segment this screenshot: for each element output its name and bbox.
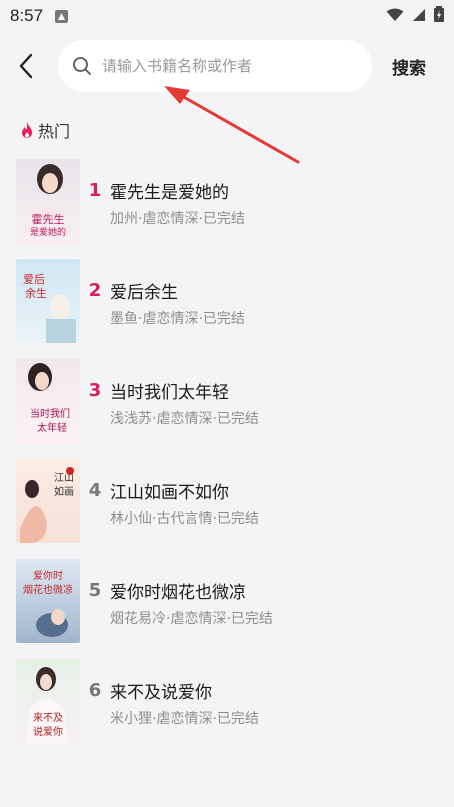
chevron-left-icon	[19, 53, 33, 79]
search-header: 搜索	[0, 40, 454, 92]
svg-text:是爱她的: 是爱她的	[30, 226, 66, 238]
signal-icon	[412, 7, 426, 26]
book-item[interactable]: 霍先生 是爱她的 1 霍先生是爱她的 加州·虐恋情深·已完结	[0, 158, 454, 258]
back-button[interactable]	[6, 40, 46, 92]
book-rank: 5	[88, 580, 102, 601]
book-item[interactable]: 爱你时 烟花也微凉 5 爱你时烟花也微凉 烟花易冷·虐恋情深·已完结	[0, 558, 454, 658]
book-cover: 爱你时 烟花也微凉	[16, 559, 80, 643]
hot-book-list: 霍先生 是爱她的 1 霍先生是爱她的 加州·虐恋情深·已完结 爱后 余生 2 爱…	[0, 158, 454, 758]
book-cover: 当时我们 太年轻	[16, 359, 80, 443]
hot-section-title: 热门	[20, 118, 70, 142]
book-cover: 来不及 说爱你	[16, 659, 80, 743]
book-title: 来不及说爱你	[110, 683, 212, 703]
book-rank: 2	[88, 280, 102, 301]
book-rank: 1	[88, 180, 102, 201]
battery-icon	[434, 6, 444, 26]
svg-text:霍先生: 霍先生	[32, 212, 65, 226]
status-bar: 8:57	[0, 0, 454, 32]
book-item[interactable]: 来不及 说爱你 6 来不及说爱你 米小狸·虐恋情深·已完结	[0, 658, 454, 758]
svg-text:太年轻: 太年轻	[37, 421, 67, 434]
svg-text:烟花也微凉: 烟花也微凉	[23, 583, 73, 596]
book-title: 爱你时烟花也微凉	[110, 583, 246, 603]
book-rank: 6	[88, 680, 102, 701]
book-cover: 江山 如画	[16, 459, 80, 543]
svg-text:当时我们: 当时我们	[30, 407, 70, 420]
book-title: 爱后余生	[110, 283, 178, 303]
book-item[interactable]: 当时我们 太年轻 3 当时我们太年轻 浅浅苏·虐恋情深·已完结	[0, 358, 454, 458]
book-item[interactable]: 江山 如画 4 江山如画不如你 林小仙·古代言情·已完结	[0, 458, 454, 558]
book-title: 江山如画不如你	[110, 483, 229, 503]
flame-icon	[22, 122, 32, 138]
svg-text:来不及: 来不及	[33, 712, 63, 724]
book-meta: 加州·虐恋情深·已完结	[110, 211, 245, 227]
svg-text:说爱你: 说爱你	[33, 725, 63, 738]
book-title: 霍先生是爱她的	[110, 183, 229, 203]
book-meta: 米小狸·虐恋情深·已完结	[110, 711, 259, 727]
book-title: 当时我们太年轻	[110, 383, 229, 403]
book-cover: 霍先生 是爱她的	[16, 159, 80, 243]
svg-text:余生: 余生	[25, 286, 47, 300]
book-item[interactable]: 爱后 余生 2 爱后余生 墨鱼·虐恋情深·已完结	[0, 258, 454, 358]
section-title-label: 热门	[38, 122, 71, 141]
search-box[interactable]	[58, 40, 372, 92]
book-meta: 墨鱼·虐恋情深·已完结	[110, 311, 245, 327]
wifi-icon	[386, 7, 404, 26]
svg-text:爱你时: 爱你时	[33, 569, 63, 582]
book-meta: 林小仙·古代言情·已完结	[110, 511, 259, 527]
search-icon	[73, 57, 91, 75]
svg-text:如画: 如画	[54, 485, 74, 498]
status-time: 8:57	[10, 6, 44, 25]
book-rank: 4	[88, 480, 102, 501]
svg-text:爱后: 爱后	[23, 273, 45, 286]
book-meta: 浅浅苏·虐恋情深·已完结	[110, 411, 259, 427]
book-cover: 爱后 余生	[16, 259, 80, 343]
search-button[interactable]: 搜索	[392, 54, 426, 79]
book-rank: 3	[88, 380, 102, 401]
book-meta: 烟花易冷·虐恋情深·已完结	[110, 611, 273, 627]
search-input[interactable]	[102, 57, 352, 75]
notification-app-icon	[55, 9, 69, 23]
